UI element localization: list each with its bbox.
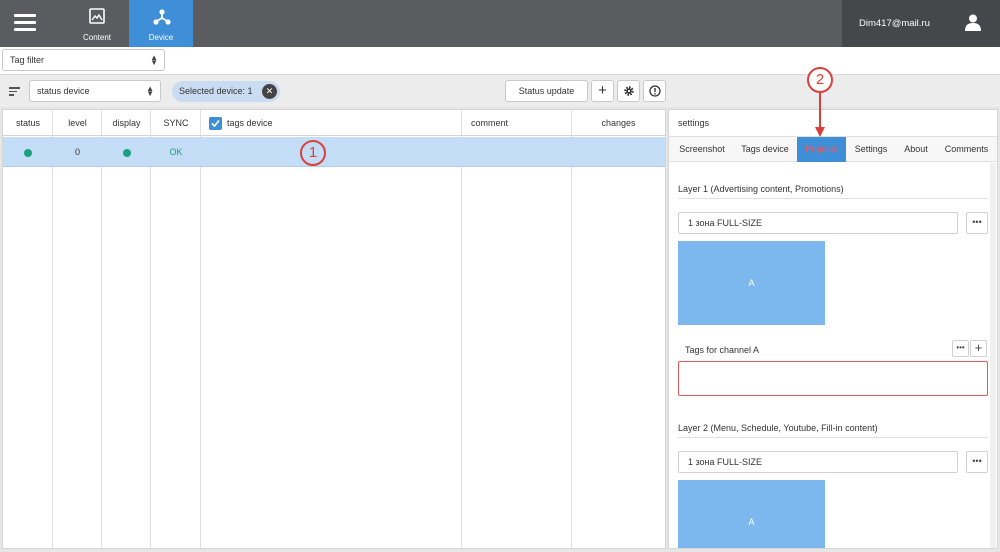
gear-button[interactable] — [617, 80, 640, 102]
clear-selection-icon[interactable]: ✕ — [262, 84, 277, 99]
tab-comments[interactable]: Comments — [936, 137, 997, 162]
status-device-label: status device — [37, 86, 90, 96]
check-icon — [211, 119, 220, 128]
column-divider — [462, 110, 572, 548]
tag-filter-label: Tag filter — [10, 55, 45, 65]
nav-tab-device[interactable]: Device — [129, 0, 193, 47]
annotation-arrow — [815, 93, 825, 137]
column-divider — [53, 110, 102, 548]
settings-panel: settings Screenshot Tags device Projects… — [668, 109, 998, 549]
header-tags-device[interactable]: tags device — [227, 110, 287, 136]
layer1-zone-select[interactable]: 1 зона FULL-SIZE — [678, 212, 958, 234]
tab-about[interactable]: About — [896, 137, 936, 162]
tags-more-button[interactable]: ••• — [952, 340, 969, 357]
status-update-button[interactable]: Status update — [505, 80, 588, 102]
layer2-preview-zone[interactable]: A — [678, 480, 825, 548]
table-header: status level display SYNC tags device co… — [3, 110, 665, 136]
filter-row: Tag filter ▲ ▼ — [0, 47, 1000, 74]
tags-add-button[interactable]: + — [970, 340, 987, 357]
layer2-more-button[interactable]: ••• — [966, 451, 988, 473]
add-button[interactable]: + — [591, 80, 614, 102]
nav-tab-content-label: Content — [82, 33, 112, 42]
gear-icon — [624, 86, 634, 96]
sort-icon[interactable] — [9, 87, 20, 98]
header-status[interactable]: status — [3, 110, 53, 136]
status-online-dot — [24, 148, 32, 157]
menu-icon[interactable] — [14, 14, 36, 32]
settings-title: settings — [678, 118, 710, 128]
divider — [678, 437, 988, 438]
header-changes[interactable]: changes — [572, 110, 665, 136]
header-sync[interactable]: SYNC — [151, 110, 201, 136]
display-online-dot — [122, 148, 131, 157]
settings-tabs: Screenshot Tags device Projects Settings… — [669, 136, 997, 162]
tags-channel-label: Tags for channel A — [685, 345, 760, 355]
header-level[interactable]: level — [53, 110, 102, 136]
image-icon — [89, 8, 105, 24]
column-divider — [201, 110, 462, 548]
nav-tab-device-label: Device — [148, 33, 174, 42]
layer2-zone-select[interactable]: 1 зона FULL-SIZE — [678, 451, 958, 473]
column-divider — [151, 110, 201, 548]
user-area[interactable]: Dim417@mail.ru — [842, 0, 1000, 47]
chevron-updown-icon: ▲ ▼ — [150, 53, 158, 67]
annotation-callout-1: 1 — [300, 140, 326, 166]
tag-filter-select[interactable]: Tag filter ▲ ▼ — [2, 49, 165, 71]
header-display[interactable]: display — [102, 110, 151, 136]
chevron-updown-icon: ▲ ▼ — [146, 84, 154, 98]
header-comment[interactable]: comment — [462, 110, 518, 136]
tab-projects[interactable]: Projects — [797, 137, 846, 162]
divider — [678, 198, 988, 199]
top-bar: Content Device Dim417@mail.ru — [0, 0, 1000, 47]
info-button[interactable] — [643, 80, 666, 102]
alert-circle-icon — [649, 85, 661, 97]
table-row[interactable]: 0 OK — [3, 137, 665, 167]
status-device-select[interactable]: status device ▲ ▼ — [29, 80, 161, 102]
selected-device-label: Selected device: 1 — [179, 86, 253, 96]
scrollbar[interactable] — [990, 163, 996, 548]
device-table: status level display SYNC tags device co… — [2, 109, 666, 549]
column-divider — [102, 110, 151, 548]
tab-tags-device[interactable]: Tags device — [733, 137, 797, 162]
nav-tab-content[interactable]: Content — [65, 0, 129, 47]
layer1-more-button[interactable]: ••• — [966, 212, 988, 234]
display-cell — [102, 137, 151, 167]
sync-cell: OK — [169, 147, 183, 157]
tags-channel-input[interactable] — [678, 361, 988, 396]
selected-device-chip: Selected device: 1 ✕ — [172, 81, 280, 102]
annotation-callout-2: 2 — [807, 67, 833, 93]
layer2-title: Layer 2 (Menu, Schedule, Youtube, Fill-i… — [678, 423, 878, 433]
layer1-title: Layer 1 (Advertising content, Promotions… — [678, 184, 844, 194]
user-icon[interactable] — [964, 13, 982, 31]
user-email: Dim417@mail.ru — [859, 18, 930, 29]
level-cell: 0 — [74, 147, 80, 157]
status-cell — [3, 137, 53, 167]
device-network-icon — [153, 9, 171, 25]
tab-screenshot[interactable]: Screenshot — [671, 137, 733, 162]
toolbar: status device ▲ ▼ Selected device: 1 ✕ St… — [0, 74, 1000, 107]
layer1-preview-zone[interactable]: A — [678, 241, 825, 325]
tab-settings[interactable]: Settings — [846, 137, 896, 162]
select-all-checkbox[interactable] — [209, 117, 222, 130]
column-divider — [3, 110, 53, 548]
